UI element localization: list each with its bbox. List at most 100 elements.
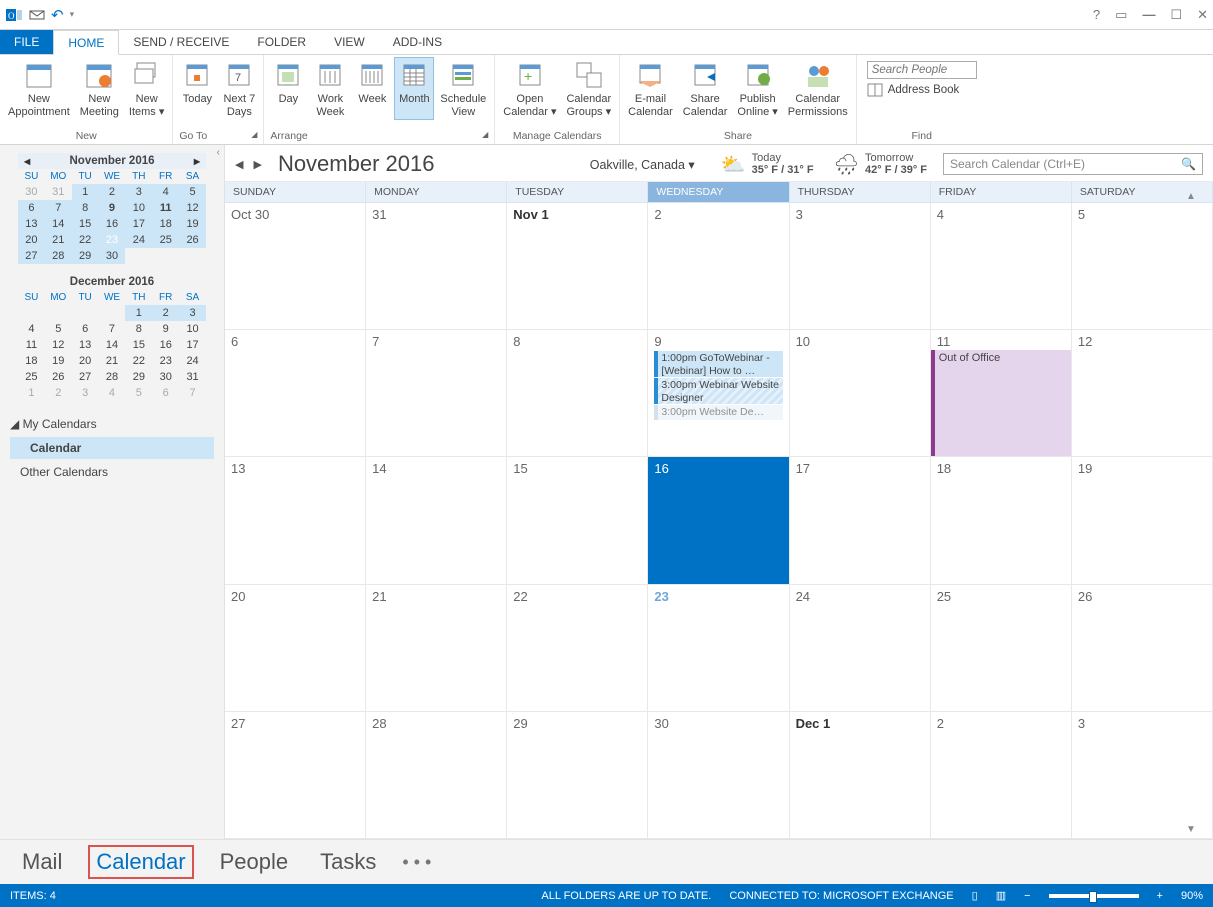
minical-next-icon[interactable]: ▶ <box>194 157 200 166</box>
day-cell[interactable]: 21 <box>366 585 507 712</box>
day-cell[interactable]: 4 <box>931 203 1072 330</box>
minical-day[interactable]: 13 <box>72 337 99 353</box>
day-cell[interactable]: 12 <box>1072 330 1213 457</box>
minical-day[interactable]: 30 <box>99 248 126 264</box>
day-cell[interactable]: 29 <box>507 712 648 839</box>
day-cell[interactable]: 26 <box>1072 585 1213 712</box>
next7days-button[interactable]: 7 Next 7 Days <box>219 57 259 120</box>
nav-people[interactable]: People <box>214 847 295 877</box>
ribbon-toggle-icon[interactable]: ▭ <box>1115 7 1127 23</box>
minical-day[interactable]: 20 <box>18 232 45 248</box>
nav-tasks[interactable]: Tasks <box>314 847 382 877</box>
search-calendar-input[interactable]: Search Calendar (Ctrl+E) 🔍 <box>943 153 1203 175</box>
tab-file[interactable]: FILE <box>0 30 53 54</box>
minical-day[interactable]: 25 <box>18 369 45 385</box>
day-cell[interactable]: 91:00pm GoToWebinar - [Webinar] How to …… <box>648 330 789 457</box>
minical-day[interactable]: 22 <box>125 353 152 369</box>
minical-day[interactable]: 2 <box>45 385 72 401</box>
minical-day[interactable]: 7 <box>179 385 206 401</box>
minical-day[interactable]: 24 <box>125 232 152 248</box>
minical-prev-icon[interactable]: ◀ <box>24 157 30 166</box>
new-meeting-button[interactable]: New Meeting <box>76 57 123 120</box>
minical-day[interactable]: 7 <box>45 200 72 216</box>
minical-day[interactable] <box>18 305 45 321</box>
group-launcher-goto-icon[interactable]: ◢ <box>251 130 257 142</box>
minical-day[interactable]: 14 <box>45 216 72 232</box>
qat-send-receive-icon[interactable] <box>29 7 45 23</box>
minical-day[interactable]: 1 <box>125 305 152 321</box>
tab-home[interactable]: HOME <box>53 30 119 55</box>
minical-day[interactable]: 19 <box>45 353 72 369</box>
minical-day[interactable]: 17 <box>179 337 206 353</box>
minical-day[interactable]: 11 <box>18 337 45 353</box>
undo-icon[interactable]: ↶ <box>51 6 64 24</box>
minical-day[interactable]: 15 <box>72 216 99 232</box>
address-book-button[interactable]: Address Book <box>867 83 977 97</box>
open-calendar-button[interactable]: + Open Calendar ▾ <box>499 57 560 120</box>
new-appointment-button[interactable]: New Appointment <box>4 57 74 120</box>
minical-day[interactable]: 5 <box>125 385 152 401</box>
day-cell[interactable]: Dec 1 <box>790 712 931 839</box>
calendar-permissions-button[interactable]: Calendar Permissions <box>784 57 852 120</box>
minical-day[interactable]: 2 <box>99 184 126 200</box>
day-view-button[interactable]: Day <box>268 57 308 120</box>
minical-day[interactable]: 16 <box>152 337 179 353</box>
day-cell[interactable]: 3 <box>790 203 931 330</box>
help-icon[interactable]: ? <box>1093 7 1100 23</box>
weather-location[interactable]: Oakville, Canada ▾ <box>590 157 695 172</box>
minical-day[interactable]: 29 <box>72 248 99 264</box>
calendar-event[interactable]: 1:00pm GoToWebinar - [Webinar] How to … <box>654 351 782 377</box>
minical-day[interactable]: 18 <box>152 216 179 232</box>
calendar-event[interactable]: 3:00pm Website De… <box>654 405 782 420</box>
day-cell[interactable]: 8 <box>507 330 648 457</box>
minical-day[interactable]: 15 <box>125 337 152 353</box>
schedule-view-button[interactable]: Schedule View <box>436 57 490 120</box>
day-cell[interactable]: 5 <box>1072 203 1213 330</box>
minical-day[interactable]: 23 <box>99 232 126 248</box>
minical-day[interactable] <box>152 248 179 264</box>
view-normal-icon[interactable]: ▯ <box>972 889 978 902</box>
minical-day[interactable]: 24 <box>179 353 206 369</box>
search-people-input[interactable] <box>867 61 977 79</box>
scroll-up-icon[interactable]: ▲ <box>1184 191 1198 202</box>
day-cell[interactable]: 7 <box>366 330 507 457</box>
minical-day[interactable]: 31 <box>179 369 206 385</box>
scroll-down-icon[interactable]: ▼ <box>1184 824 1198 835</box>
minical-day[interactable]: 26 <box>45 369 72 385</box>
minical-day[interactable]: 25 <box>152 232 179 248</box>
prev-month-icon[interactable]: ◀ <box>235 158 243 171</box>
minical-day[interactable]: 19 <box>179 216 206 232</box>
minical-day[interactable]: 28 <box>45 248 72 264</box>
minical-day[interactable]: 21 <box>45 232 72 248</box>
day-cell[interactable]: 25 <box>931 585 1072 712</box>
tab-view[interactable]: VIEW <box>320 30 379 54</box>
minical-day[interactable]: 29 <box>125 369 152 385</box>
minical-day[interactable]: 3 <box>125 184 152 200</box>
minical-day[interactable]: 7 <box>99 321 126 337</box>
day-cell[interactable]: 31 <box>366 203 507 330</box>
minical-day[interactable]: 18 <box>18 353 45 369</box>
minical-day[interactable]: 9 <box>99 200 126 216</box>
collapse-sidebar-icon[interactable]: ‹ <box>217 147 220 158</box>
day-cell[interactable]: 6 <box>225 330 366 457</box>
tab-addins[interactable]: ADD-INS <box>379 30 456 54</box>
minical-day[interactable]: 12 <box>45 337 72 353</box>
day-cell[interactable]: 18 <box>931 457 1072 584</box>
day-cell[interactable]: 24 <box>790 585 931 712</box>
minical-day[interactable] <box>72 305 99 321</box>
minical-day[interactable]: 10 <box>125 200 152 216</box>
day-cell[interactable]: 15 <box>507 457 648 584</box>
day-cell[interactable]: 16 <box>648 457 789 584</box>
email-calendar-button[interactable]: E-mail Calendar <box>624 57 677 120</box>
day-cell[interactable]: 10 <box>790 330 931 457</box>
nav-more-icon[interactable]: • • • <box>402 852 431 873</box>
minical-day[interactable] <box>179 248 206 264</box>
minical-day[interactable]: 28 <box>99 369 126 385</box>
day-cell[interactable]: 13 <box>225 457 366 584</box>
nav-mail[interactable]: Mail <box>16 847 68 877</box>
minical-day[interactable]: 4 <box>152 184 179 200</box>
day-cell[interactable]: 20 <box>225 585 366 712</box>
minical-day[interactable]: 2 <box>152 305 179 321</box>
minical-day[interactable] <box>45 305 72 321</box>
minical-day[interactable]: 23 <box>152 353 179 369</box>
